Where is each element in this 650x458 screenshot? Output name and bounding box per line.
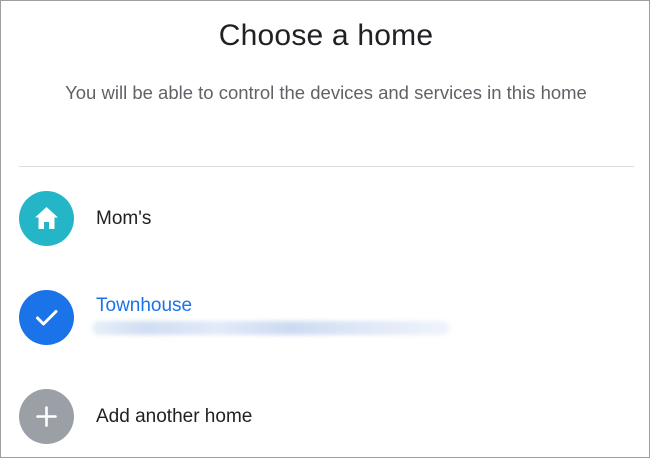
add-avatar bbox=[19, 389, 74, 444]
home-item-townhouse[interactable]: Townhouse bbox=[19, 290, 629, 346]
check-icon bbox=[36, 310, 58, 326]
page-title: Choose a home bbox=[218, 19, 434, 52]
choose-home-dialog: Choose a home You will be able to contro… bbox=[0, 0, 650, 458]
page-subtitle: You will be able to control the devices … bbox=[65, 82, 587, 103]
divider bbox=[19, 166, 634, 167]
home-item-moms[interactable]: Mom's bbox=[19, 191, 629, 247]
home-avatar bbox=[19, 191, 74, 246]
home-item-label: Townhouse bbox=[96, 295, 193, 316]
selected-avatar bbox=[19, 290, 74, 345]
home-icon bbox=[35, 207, 58, 229]
plus-icon bbox=[36, 406, 57, 427]
add-home-label: Add another home bbox=[96, 406, 253, 427]
home-item-label: Mom's bbox=[96, 208, 152, 229]
add-home-button[interactable]: Add another home bbox=[19, 389, 629, 445]
redacted-address bbox=[92, 321, 450, 335]
